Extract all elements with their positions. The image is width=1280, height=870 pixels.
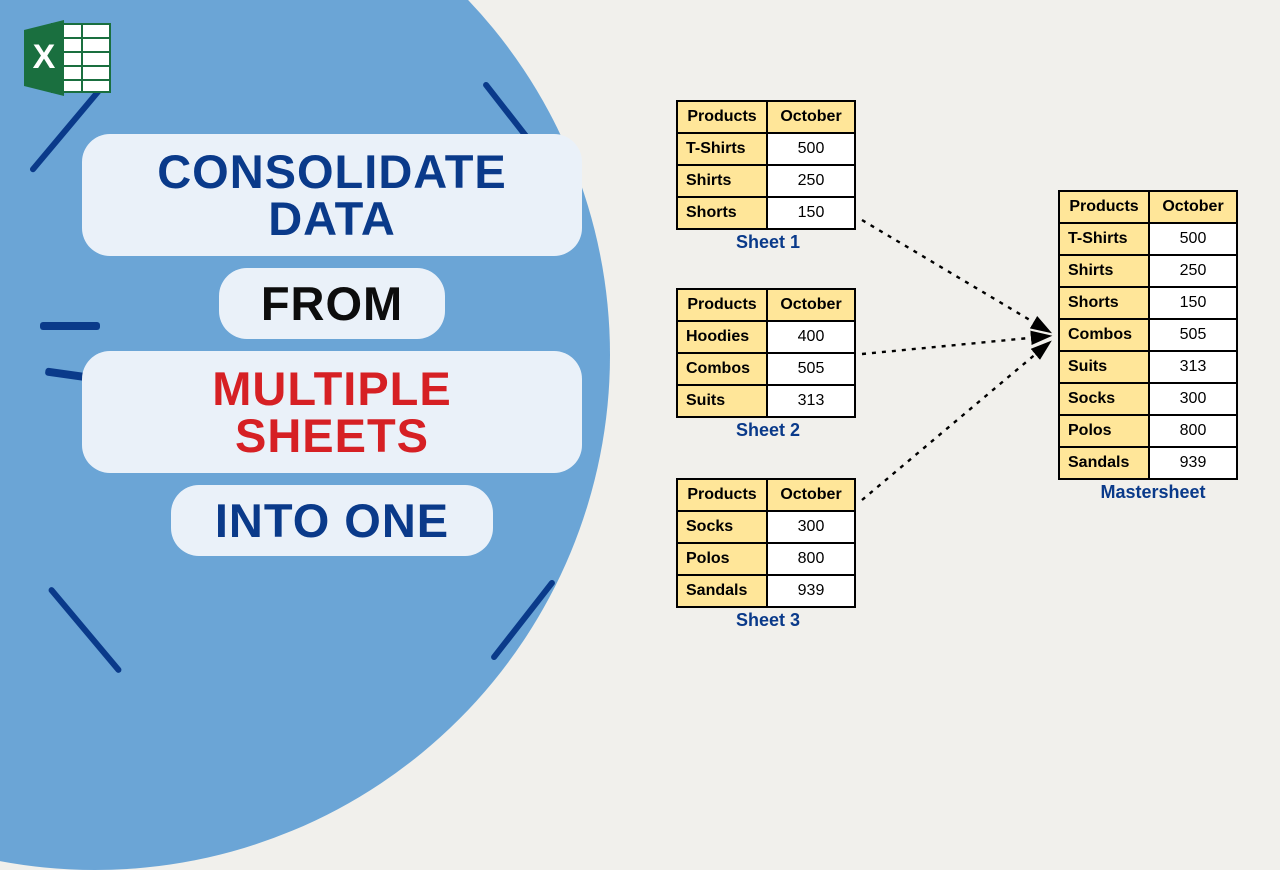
master-caption: Mastersheet — [1058, 482, 1248, 503]
table-row: Socks300 — [677, 511, 855, 543]
sheet3-table: ProductsOctober Socks300 Polos800 Sandal… — [676, 478, 856, 608]
table-row: Combos505 — [677, 353, 855, 385]
table-row: Sandals939 — [1059, 447, 1237, 479]
table-row: Hoodies400 — [677, 321, 855, 353]
table-row: Shorts150 — [677, 197, 855, 229]
sheet1-caption: Sheet 1 — [676, 232, 860, 253]
table-row: Socks300 — [1059, 383, 1237, 415]
table-row: T-Shirts500 — [1059, 223, 1237, 255]
table-row: Combos505 — [1059, 319, 1237, 351]
sheet2-table: ProductsOctober Hoodies400 Combos505 Sui… — [676, 288, 856, 418]
sheet2-caption: Sheet 2 — [676, 420, 860, 441]
table-row: Polos800 — [1059, 415, 1237, 447]
table-row: T-Shirts500 — [677, 133, 855, 165]
table-row: Polos800 — [677, 543, 855, 575]
th-products: Products — [677, 101, 767, 133]
table-row: Shorts150 — [1059, 287, 1237, 319]
sheet3-caption: Sheet 3 — [676, 610, 860, 631]
sheet1-table: ProductsOctober T-Shirts500 Shirts250 Sh… — [676, 100, 856, 230]
table-row: Sandals939 — [677, 575, 855, 607]
th-october: October — [767, 101, 855, 133]
table-row: Suits313 — [1059, 351, 1237, 383]
table-row: Suits313 — [677, 385, 855, 417]
table-row: Shirts250 — [1059, 255, 1237, 287]
table-row: Shirts250 — [677, 165, 855, 197]
master-table: ProductsOctober T-Shirts500 Shirts250 Sh… — [1058, 190, 1238, 480]
